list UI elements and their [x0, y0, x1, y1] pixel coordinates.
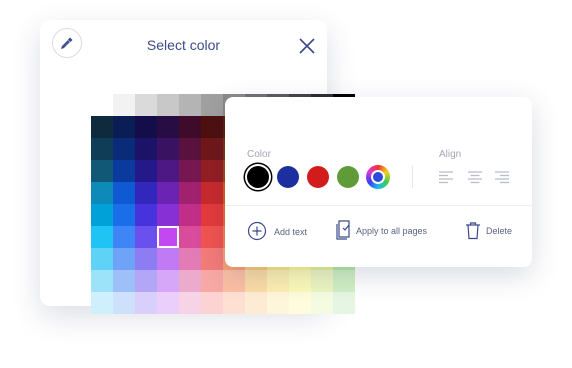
color-swatch[interactable] [157, 248, 179, 270]
selected-color-swatch[interactable] [157, 226, 179, 248]
color-swatch[interactable] [201, 270, 223, 292]
toolbar-separator [225, 205, 532, 206]
gray-swatch[interactable] [157, 94, 179, 116]
color-swatch[interactable] [289, 270, 311, 292]
color-swatch[interactable] [201, 292, 223, 314]
gray-swatch[interactable] [91, 94, 113, 116]
color-swatch[interactable] [157, 182, 179, 204]
color-swatch[interactable] [135, 160, 157, 182]
color-swatch[interactable] [245, 292, 267, 314]
color-swatch[interactable] [201, 248, 223, 270]
color-swatch[interactable] [289, 292, 311, 314]
color-swatch[interactable] [201, 160, 223, 182]
color-swatch[interactable] [311, 270, 333, 292]
color-swatch[interactable] [113, 270, 135, 292]
color-swatch[interactable] [113, 204, 135, 226]
color-swatch[interactable] [135, 226, 157, 248]
custom-color-inner [371, 170, 385, 184]
color-swatch[interactable] [333, 270, 355, 292]
color-swatch[interactable] [201, 226, 223, 248]
color-swatch[interactable] [113, 160, 135, 182]
color-swatch[interactable] [135, 204, 157, 226]
color-swatch[interactable] [91, 204, 113, 226]
apply-to-all-pages-label: Apply to all pages [356, 226, 428, 236]
color-swatch[interactable] [91, 292, 113, 314]
color-swatch[interactable] [113, 138, 135, 160]
color-swatch[interactable] [179, 270, 201, 292]
edit-toolbar-card: Color Align Add text Apply to all pages [225, 97, 532, 267]
color-swatch[interactable] [135, 248, 157, 270]
trash-icon [466, 222, 480, 240]
color-swatch[interactable] [91, 160, 113, 182]
color-swatch[interactable] [113, 226, 135, 248]
swatch-black[interactable] [247, 166, 269, 188]
color-swatch[interactable] [91, 116, 113, 138]
apply-pages-icon [336, 220, 350, 240]
gray-swatch[interactable] [113, 94, 135, 116]
color-swatch[interactable] [135, 270, 157, 292]
color-swatch[interactable] [179, 160, 201, 182]
color-swatch[interactable] [311, 292, 333, 314]
gray-swatch[interactable] [135, 94, 157, 116]
color-swatch[interactable] [135, 138, 157, 160]
delete-label: Delete [486, 226, 513, 236]
color-swatch[interactable] [223, 292, 245, 314]
color-swatch[interactable] [157, 270, 179, 292]
align-center-icon[interactable] [467, 170, 483, 184]
color-swatch[interactable] [267, 270, 289, 292]
swatch-red[interactable] [307, 166, 329, 188]
color-swatch[interactable] [157, 116, 179, 138]
align-left-icon[interactable] [438, 170, 454, 184]
color-swatch[interactable] [223, 270, 245, 292]
color-swatch[interactable] [179, 204, 201, 226]
swatch-green[interactable] [337, 166, 359, 188]
toolbar-divider [412, 166, 413, 188]
color-swatch[interactable] [113, 182, 135, 204]
align-right-icon[interactable] [494, 170, 510, 184]
close-icon[interactable] [298, 37, 316, 55]
color-swatch[interactable] [267, 292, 289, 314]
color-swatch[interactable] [179, 116, 201, 138]
color-swatch[interactable] [113, 248, 135, 270]
color-swatch[interactable] [135, 292, 157, 314]
color-swatch[interactable] [201, 116, 223, 138]
color-swatch[interactable] [135, 116, 157, 138]
color-swatch[interactable] [91, 182, 113, 204]
color-swatch[interactable] [333, 292, 355, 314]
color-swatch[interactable] [179, 292, 201, 314]
color-swatch[interactable] [179, 248, 201, 270]
color-swatch[interactable] [201, 138, 223, 160]
color-swatch[interactable] [179, 182, 201, 204]
swatch-custom[interactable] [366, 165, 390, 189]
align-label: Align [439, 149, 462, 160]
color-swatch[interactable] [91, 226, 113, 248]
add-text-label: Add text [274, 227, 308, 237]
color-swatch[interactable] [157, 204, 179, 226]
color-swatch[interactable] [113, 116, 135, 138]
color-swatch[interactable] [135, 182, 157, 204]
color-swatch[interactable] [91, 248, 113, 270]
picker-title: Select color [146, 37, 221, 53]
color-swatch[interactable] [157, 138, 179, 160]
color-swatch[interactable] [201, 204, 223, 226]
color-label: Color [247, 149, 271, 160]
color-swatch[interactable] [157, 160, 179, 182]
color-swatch[interactable] [245, 270, 267, 292]
gray-swatch[interactable] [201, 94, 223, 116]
color-swatch[interactable] [91, 138, 113, 160]
color-swatch[interactable] [179, 138, 201, 160]
color-swatch[interactable] [157, 292, 179, 314]
color-swatch[interactable] [201, 182, 223, 204]
gray-swatch[interactable] [179, 94, 201, 116]
color-swatch[interactable] [179, 226, 201, 248]
color-swatch[interactable] [113, 292, 135, 314]
swatch-blue[interactable] [277, 166, 299, 188]
color-swatch[interactable] [91, 270, 113, 292]
add-text-icon [247, 221, 267, 241]
